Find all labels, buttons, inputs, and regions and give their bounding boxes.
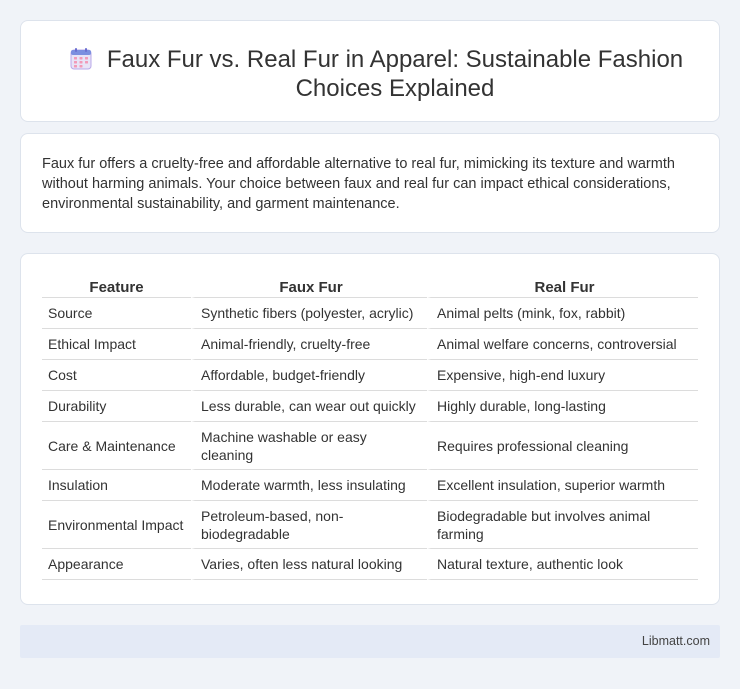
column-header-feature: Feature — [42, 274, 191, 298]
real-fur-cell: Animal welfare concerns, controversial — [427, 329, 698, 360]
faux-fur-cell: Moderate warmth, less insulating — [191, 470, 427, 501]
column-header-faux-fur: Faux Fur — [191, 274, 427, 298]
faux-fur-cell: Affordable, budget-friendly — [191, 360, 427, 391]
page-title: Faux Fur vs. Real Fur in Apparel: Sustai… — [106, 46, 684, 102]
table-row: Environmental Impact Petroleum-based, no… — [42, 501, 698, 549]
real-fur-cell: Excellent insulation, superior warmth — [427, 470, 698, 501]
faux-fur-cell: Varies, often less natural looking — [191, 549, 427, 580]
comparison-card: Feature Faux Fur Real Fur Source Synthet… — [20, 253, 720, 605]
real-fur-cell: Animal pelts (mink, fox, rabbit) — [427, 298, 698, 329]
feature-cell: Care & Maintenance — [42, 422, 191, 470]
feature-cell: Durability — [42, 391, 191, 422]
faux-fur-cell: Synthetic fibers (polyester, acrylic) — [191, 298, 427, 329]
faux-fur-cell: Animal-friendly, cruelty-free — [191, 329, 427, 360]
intro-paragraph: Faux fur offers a cruelty-free and affor… — [42, 156, 675, 212]
feature-cell: Source — [42, 298, 191, 329]
faux-fur-cell: Less durable, can wear out quickly — [191, 391, 427, 422]
title-card: Faux Fur vs. Real Fur in Apparel: Sustai… — [20, 20, 720, 122]
table-row: Source Synthetic fibers (polyester, acry… — [42, 298, 698, 329]
real-fur-cell: Natural texture, authentic look — [427, 549, 698, 580]
table-row: Durability Less durable, can wear out qu… — [42, 391, 698, 422]
table-row: Cost Affordable, budget-friendly Expensi… — [42, 360, 698, 391]
feature-cell: Ethical Impact — [42, 329, 191, 360]
footer-brand: Libmatt.com — [641, 634, 710, 648]
feature-cell: Insulation — [42, 470, 191, 501]
column-header-real-fur: Real Fur — [427, 274, 698, 298]
feature-cell: Appearance — [42, 549, 191, 580]
comparison-table: Feature Faux Fur Real Fur Source Synthet… — [42, 274, 698, 580]
real-fur-cell: Expensive, high-end luxury — [427, 360, 698, 391]
faux-fur-cell: Machine washable or easy cleaning — [191, 422, 427, 470]
real-fur-cell: Highly durable, long-lasting — [427, 391, 698, 422]
table-row: Ethical Impact Animal-friendly, cruelty-… — [42, 329, 698, 360]
footer: Libmatt.com — [20, 625, 720, 658]
feature-cell: Cost — [42, 360, 191, 391]
table-row: Insulation Moderate warmth, less insulat… — [42, 470, 698, 501]
real-fur-cell: Biodegradable but involves animal farmin… — [427, 501, 698, 549]
intro-card: Faux fur offers a cruelty-free and affor… — [20, 133, 720, 233]
faux-fur-cell: Petroleum-based, non-biodegradable — [191, 501, 427, 549]
table-row: Appearance Varies, often less natural lo… — [42, 549, 698, 580]
table-header-row: Feature Faux Fur Real Fur — [42, 274, 698, 298]
real-fur-cell: Requires professional cleaning — [427, 422, 698, 470]
feature-cell: Environmental Impact — [42, 501, 191, 549]
table-row: Care & Maintenance Machine washable or e… — [42, 422, 698, 470]
